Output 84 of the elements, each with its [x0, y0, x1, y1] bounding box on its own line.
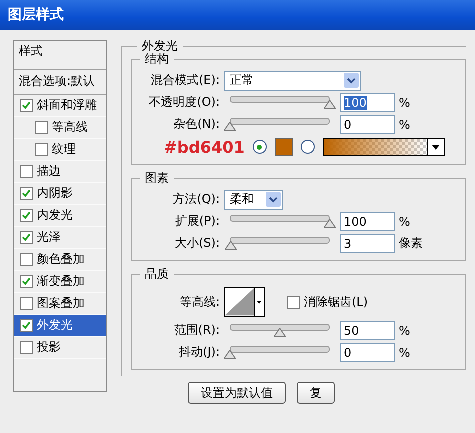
style-item[interactable]: 渐变叠加	[14, 271, 106, 293]
style-item[interactable]: 内阴影	[14, 183, 106, 205]
section-title: 外发光	[141, 40, 179, 53]
dropdown-arrow-icon[interactable]	[254, 288, 264, 316]
style-item[interactable]: 描边	[14, 161, 106, 183]
group-title: 结构	[144, 53, 170, 66]
style-label: 光泽	[37, 229, 61, 246]
slider-label: 扩展(P):	[174, 213, 220, 230]
slider-thumb[interactable]	[324, 218, 336, 228]
style-item[interactable]: 颜色叠加	[14, 249, 106, 271]
list-header: 样式	[19, 44, 43, 58]
technique-dropdown[interactable]: 柔和	[224, 190, 283, 210]
slider-thumb[interactable]	[224, 350, 236, 358]
field-label: 混合模式(E):	[150, 72, 220, 89]
slider-thumb[interactable]	[225, 240, 237, 250]
gradient-picker[interactable]	[322, 138, 445, 156]
style-item[interactable]: 纹理	[14, 139, 106, 161]
style-checkbox[interactable]	[20, 99, 33, 112]
group-title: 品质	[144, 268, 170, 281]
style-checkbox[interactable]	[20, 319, 33, 332]
dropdown-caret-icon	[344, 73, 359, 88]
slider-label: 不透明度(O):	[148, 94, 220, 111]
value-field[interactable]: 3	[340, 234, 395, 253]
color-swatch[interactable]	[274, 138, 293, 156]
contour-picker[interactable]	[224, 287, 265, 317]
radio-button[interactable]	[252, 140, 267, 154]
value-field[interactable]: 0	[340, 115, 395, 134]
style-checkbox[interactable]	[20, 165, 33, 178]
style-checkbox[interactable]	[35, 143, 48, 156]
unit-label: %	[399, 96, 410, 110]
value-field[interactable]: 100	[340, 212, 395, 231]
style-checkbox[interactable]	[35, 121, 48, 134]
style-label: 外发光	[37, 317, 73, 334]
radio-button[interactable]	[300, 140, 315, 154]
style-checkbox[interactable]	[20, 187, 33, 200]
unit-label: %	[399, 324, 410, 338]
checkbox-label: 消除锯齿(L)	[304, 294, 368, 310]
style-label: 投影	[37, 339, 61, 356]
value-field[interactable]: 50	[340, 321, 395, 340]
value-field[interactable]: 100	[340, 93, 395, 112]
slider-label: 大小(S):	[174, 235, 220, 252]
style-label: 颜色叠加	[37, 251, 85, 268]
dialog-button[interactable]: 设置为默认值	[188, 382, 286, 404]
slider-thumb[interactable]	[274, 328, 286, 336]
blend-mode-dropdown[interactable]: 正常	[224, 70, 361, 90]
unit-label: 像素	[399, 235, 423, 252]
style-checkbox[interactable]	[20, 209, 33, 222]
style-item[interactable]: 斜面和浮雕	[14, 95, 106, 117]
style-item[interactable]: 光泽	[14, 227, 106, 249]
slider-label: 杂色(N):	[172, 116, 220, 133]
style-item[interactable]: 投影	[14, 337, 106, 359]
style-item[interactable]: 等高线	[14, 117, 106, 139]
value-field[interactable]: 0	[340, 343, 395, 362]
style-label: 内阴影	[37, 185, 73, 202]
anti-alias-checkbox[interactable]	[287, 296, 300, 308]
unit-label: %	[399, 118, 410, 132]
style-label: 描边	[37, 163, 61, 180]
style-label: 等高线	[52, 119, 88, 136]
style-checkbox[interactable]	[20, 297, 33, 310]
field-label: 方法(Q):	[172, 191, 220, 208]
style-checkbox[interactable]	[20, 253, 33, 266]
slider-label: 范围(R):	[173, 322, 220, 339]
style-label: 斜面和浮雕	[37, 97, 97, 114]
slider-thumb[interactable]	[224, 122, 236, 130]
group-title: 图素	[144, 172, 170, 185]
style-label: 纹理	[52, 141, 76, 158]
color-annotation: #bd6401	[164, 138, 245, 156]
style-item[interactable]: 外发光	[14, 315, 106, 337]
style-label: 图案叠加	[37, 295, 85, 312]
style-checkbox[interactable]	[20, 275, 33, 288]
style-label: 内发光	[37, 207, 73, 224]
slider-label: 抖动(J):	[178, 344, 220, 361]
dropdown-caret-icon	[266, 192, 281, 207]
dialog-button[interactable]: 复	[297, 382, 335, 404]
field-label: 等高线:	[178, 294, 220, 310]
window-title: 图层样式	[8, 6, 64, 24]
slider-thumb[interactable]	[324, 100, 336, 108]
style-checkbox[interactable]	[20, 231, 33, 244]
blending-options-item[interactable]: 混合选项:默认	[19, 74, 96, 88]
style-checkbox[interactable]	[20, 341, 33, 354]
unit-label: %	[399, 214, 410, 228]
unit-label: %	[399, 346, 410, 360]
style-label: 渐变叠加	[37, 273, 85, 290]
style-item[interactable]: 内发光	[14, 205, 106, 227]
